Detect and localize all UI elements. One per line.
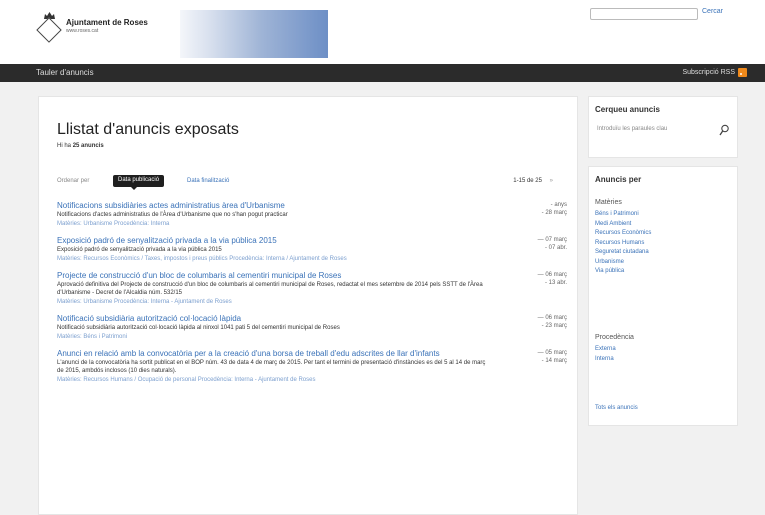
sidebar-item-materia[interactable]: Urbanisme [595, 258, 651, 268]
announcement-title-link[interactable]: Notificació subsidiària autorització col… [57, 314, 497, 323]
announcement-list: Notificacions subsidiàries actes adminis… [57, 201, 567, 392]
pager: 1-15 de 25 » [513, 178, 553, 184]
announcement-meta[interactable]: Matèries: Recursos Econòmics / Taxes, im… [57, 255, 497, 263]
procedencia-list: Externa Interna [595, 345, 616, 364]
sidebar-filter-card: Anuncis per Matèries Béns i Patrimoni Me… [588, 166, 738, 426]
sidebar-search-input[interactable]: Introduïu les paraules clau [595, 123, 713, 137]
announcement-description: Notificacions d'actes administratius de … [57, 212, 288, 218]
sidebar-filter-title: Anuncis per [595, 175, 642, 184]
announcement-description: Aprovació definitiva del Projecte de con… [57, 282, 483, 296]
sidebar-item-materia[interactable]: Via pública [595, 267, 651, 277]
pager-next-button[interactable]: » [550, 178, 553, 184]
list-item: Notificació subsidiària autorització col… [57, 314, 567, 341]
announcement-dates: — 07 març - 07 abr. [497, 236, 567, 252]
header-banner [180, 10, 328, 58]
announcement-description: L'anunci de la convocatòria ha sortit pu… [57, 360, 486, 374]
announcement-dates: - anys - 28 març [497, 201, 567, 217]
header-search-button[interactable]: Cercar [702, 8, 723, 15]
sidebar-search-title: Cerqueu anuncis [595, 105, 660, 114]
pager-range: 1-15 de 25 [513, 178, 542, 184]
rss-icon [738, 68, 747, 77]
announcement-meta[interactable]: Matèries: Urbanisme Procedència: Interna [57, 220, 497, 228]
rss-label: Subscripció RSS [682, 69, 735, 76]
announcement-title-link[interactable]: Anunci en relació amb la convocatòria pe… [57, 349, 497, 358]
announcement-dates: — 06 març - 23 març [497, 314, 567, 330]
sort-label: Ordenar per [57, 178, 90, 184]
start-date: — 06 març [537, 272, 567, 278]
all-announcements-link[interactable]: Tots els anuncis [595, 405, 638, 411]
sidebar-item-procedencia[interactable]: Externa [595, 345, 616, 355]
list-item: Anunci en relació amb la convocatòria pe… [57, 349, 567, 384]
end-date: - 14 març [541, 358, 567, 364]
navbar: Tauler d'anuncis Subscripció RSS [0, 64, 765, 82]
announcement-meta[interactable]: Matèries: Béns i Patrimoni [57, 333, 497, 341]
sidebar-search-card: Cerqueu anuncis Introduïu les paraules c… [588, 96, 738, 158]
results-count: Hi ha 25 anuncis [57, 143, 104, 149]
site-logo[interactable]: Ajuntament de Roses www.roses.cat [36, 12, 148, 43]
announcement-dates: — 05 març - 14 març [497, 349, 567, 365]
end-date: - 23 març [541, 323, 567, 329]
sidebar-item-materia[interactable]: Recursos Humans [595, 239, 651, 249]
page-title: Llistat d'anuncis exposats [57, 121, 239, 138]
announcement-meta[interactable]: Matèries: Recursos Humans / Ocupació de … [57, 376, 497, 384]
sidebar-item-materia[interactable]: Seguretat ciutadana [595, 248, 651, 258]
materies-list: Béns i Patrimoni Medi Ambient Recursos E… [595, 210, 651, 277]
start-date: — 06 març [537, 315, 567, 321]
rss-link[interactable]: Subscripció RSS [682, 68, 747, 77]
procedencia-title: Procedència [595, 334, 634, 341]
sidebar-item-materia[interactable]: Béns i Patrimoni [595, 210, 651, 220]
end-date: - 28 març [541, 210, 567, 216]
start-date: — 07 març [537, 237, 567, 243]
announcement-title-link[interactable]: Exposició padró de senyalització privada… [57, 236, 497, 245]
materies-title: Matèries [595, 199, 622, 206]
announcement-dates: — 06 març - 13 abr. [497, 271, 567, 287]
sort-by-end-date[interactable]: Data finalització [187, 178, 229, 184]
announcements-panel: Llistat d'anuncis exposats Hi ha 25 anun… [38, 96, 578, 515]
announcement-title-link[interactable]: Notificacions subsidiàries actes adminis… [57, 201, 497, 210]
list-item: Projecte de construcció d'un bloc de col… [57, 271, 567, 306]
start-date: - anys [550, 202, 567, 208]
list-item: Notificacions subsidiàries actes adminis… [57, 201, 567, 228]
announcement-meta[interactable]: Matèries: Urbanisme Procedència: Interna… [57, 298, 497, 306]
end-date: - 13 abr. [544, 280, 567, 286]
count-prefix: Hi ha [57, 143, 72, 149]
announcement-description: Notificació subsidiària autorització col… [57, 325, 340, 331]
list-item: Exposició padró de senyalització privada… [57, 236, 567, 263]
end-date: - 07 abr. [544, 245, 567, 251]
logo-url: www.roses.cat [66, 28, 99, 34]
count-value: 25 anuncis [72, 143, 104, 149]
coat-of-arms-icon [36, 12, 62, 43]
sidebar-item-procedencia[interactable]: Interna [595, 355, 616, 365]
header-search-input[interactable] [590, 8, 698, 20]
sort-by-publication-date[interactable]: Data publicació [113, 175, 165, 190]
announcement-title-link[interactable]: Projecte de construcció d'un bloc de col… [57, 271, 497, 280]
navbar-title[interactable]: Tauler d'anuncis [36, 68, 94, 77]
sort-bar: Ordenar per Data publicació Data finalit… [57, 175, 563, 190]
site-header: Ajuntament de Roses www.roses.cat Cercar [0, 0, 765, 62]
announcement-description: Exposició padró de senyalització privada… [57, 247, 222, 253]
search-icon[interactable] [719, 124, 729, 136]
logo-name: Ajuntament de Roses [66, 18, 148, 27]
sidebar-item-materia[interactable]: Recursos Econòmics [595, 229, 651, 239]
sidebar-item-materia[interactable]: Medi Ambient [595, 220, 651, 230]
start-date: — 05 març [537, 350, 567, 356]
